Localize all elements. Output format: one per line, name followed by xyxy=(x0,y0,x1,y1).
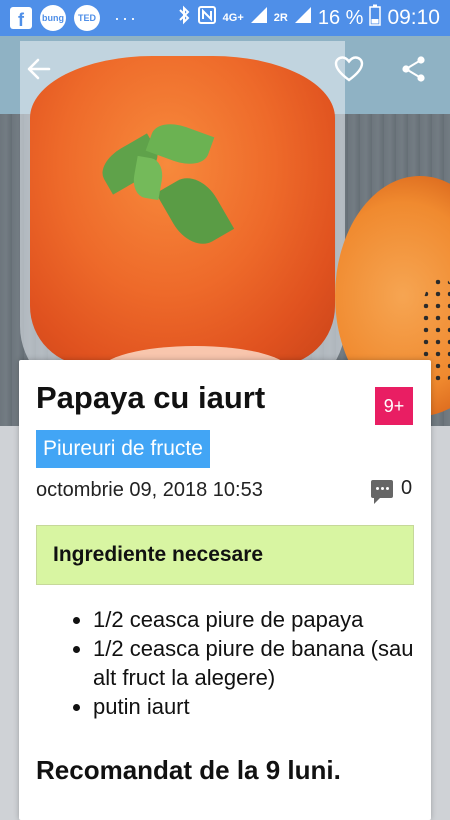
comments-button[interactable]: 0 xyxy=(371,477,413,504)
recipe-date: octombrie 09, 2018 10:53 xyxy=(36,479,263,501)
comment-count: 0 xyxy=(401,477,413,499)
back-arrow-icon[interactable] xyxy=(25,55,53,90)
age-badge: 9+ xyxy=(375,387,413,425)
list-item: 1/2 ceasca piure de banana (sau alt fruc… xyxy=(93,634,433,692)
battery-icon xyxy=(369,4,382,32)
signal-icon xyxy=(250,6,268,30)
recipe-card: Papaya cu iaurt 9+ Piureuri de fructe oc… xyxy=(19,360,431,820)
comment-icon xyxy=(371,479,393,504)
ingredients-header: Ingrediente necesare xyxy=(36,525,414,585)
status-bar-notifications: f bung TED ··· xyxy=(0,5,138,31)
share-icon[interactable] xyxy=(400,55,428,90)
status-bar: f bung TED ··· 4G+ 2R 16 % 09:10 xyxy=(0,0,450,36)
ted-icon: TED xyxy=(74,5,100,31)
clock: 09:10 xyxy=(387,6,440,29)
more-dots-icon: ··· xyxy=(114,7,138,28)
bluetooth-icon xyxy=(177,5,191,31)
ingredients-list: 1/2 ceasca piure de papaya 1/2 ceasca pi… xyxy=(56,605,433,721)
category-chip[interactable]: Piureuri de fructe xyxy=(36,430,210,468)
battery-percent: 16 % xyxy=(317,6,364,29)
status-bar-system: 4G+ 2R 16 % 09:10 xyxy=(177,4,450,32)
network-type-2: 2R xyxy=(273,12,288,24)
nfc-icon xyxy=(197,5,217,31)
recipe-title: Papaya cu iaurt xyxy=(36,380,266,415)
facebook-icon: f xyxy=(10,7,32,29)
age-recommendation: Recomandat de la 9 luni. xyxy=(36,755,341,785)
heart-icon[interactable] xyxy=(334,55,364,90)
bung-icon: bung xyxy=(40,5,66,31)
list-item: 1/2 ceasca piure de papaya xyxy=(93,605,433,634)
signal-icon-2 xyxy=(294,6,312,30)
list-item: putin iaurt xyxy=(93,692,433,721)
network-type: 4G+ xyxy=(222,12,244,24)
ingredients-heading: Ingrediente necesare xyxy=(53,543,264,566)
